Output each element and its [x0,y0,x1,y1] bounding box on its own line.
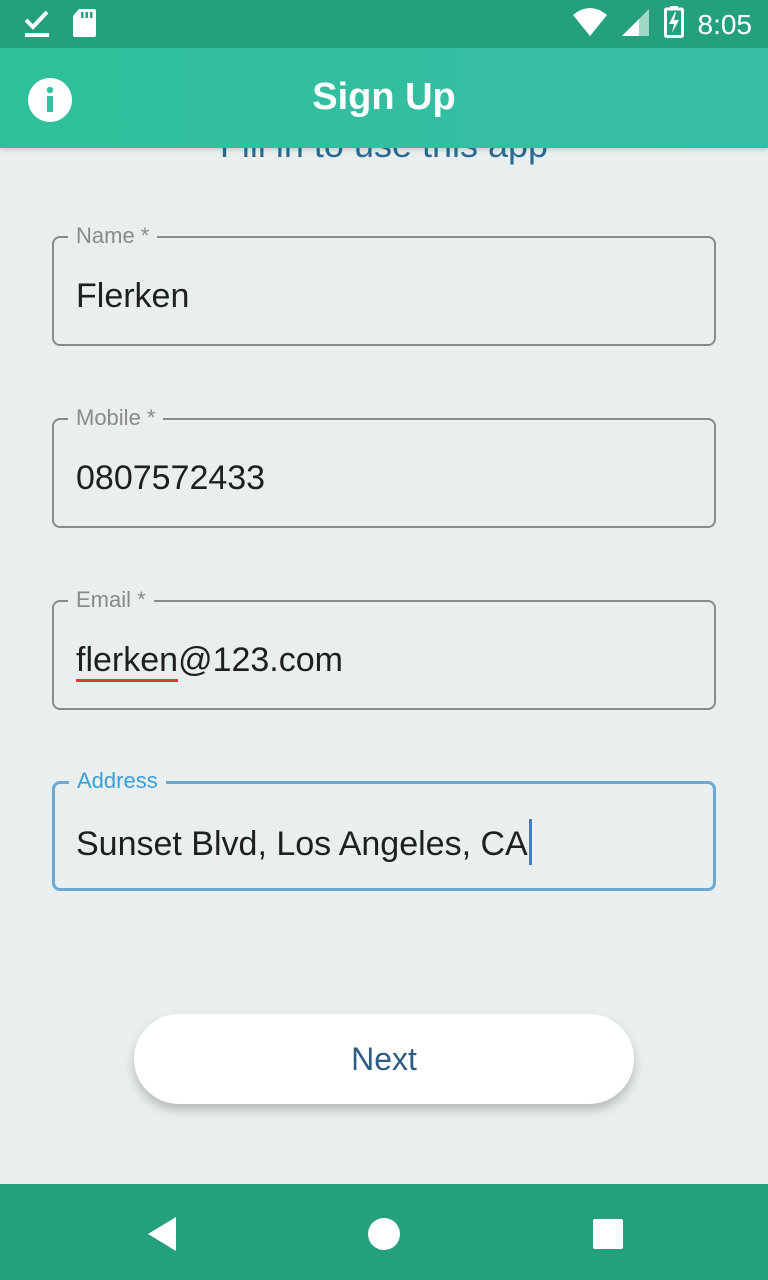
next-button[interactable]: Next [134,1014,634,1104]
email-field-label: Email * [68,585,154,615]
status-time: 8:05 [697,8,753,40]
text-cursor [528,819,532,865]
home-icon[interactable] [364,1214,404,1254]
mobile-field[interactable]: Mobile * 0807572433 [52,403,716,528]
name-field[interactable]: Name * Flerken [52,221,716,346]
address-field-value[interactable]: Sunset Blvd, Los Angeles, CA [76,819,532,866]
spellcheck-underlined-text: flerken [76,641,179,682]
recents-icon[interactable] [588,1214,628,1254]
form-subtitle: Fill in to use this app [0,148,768,166]
cell-signal-icon [621,7,650,42]
download-done-icon [24,8,50,43]
email-field[interactable]: Email * flerken@123.com [52,585,716,710]
wifi-icon [572,7,608,42]
address-text: Sunset Blvd, Los Angeles, CA [76,825,528,863]
navigation-bar [0,1184,768,1280]
address-field-label: Address [69,766,166,796]
email-domain-text: @123.com [178,641,343,679]
address-field[interactable]: Address Sunset Blvd, Los Angeles, CA [52,766,716,891]
subtitle-container: Fill in to use this app [0,148,768,168]
name-field-value[interactable]: Flerken [76,274,189,318]
battery-charging-icon [663,6,684,43]
back-icon[interactable] [142,1214,182,1254]
email-field-value[interactable]: flerken@123.com [76,638,343,682]
mobile-field-value[interactable]: 0807572433 [76,456,265,500]
app-bar: Sign Up [0,48,768,148]
mobile-field-label: Mobile * [68,403,164,433]
page-title: Sign Up [312,76,456,118]
sd-card-icon [72,8,96,43]
status-bar: 8:05 [0,0,768,48]
name-field-label: Name * [68,221,158,251]
